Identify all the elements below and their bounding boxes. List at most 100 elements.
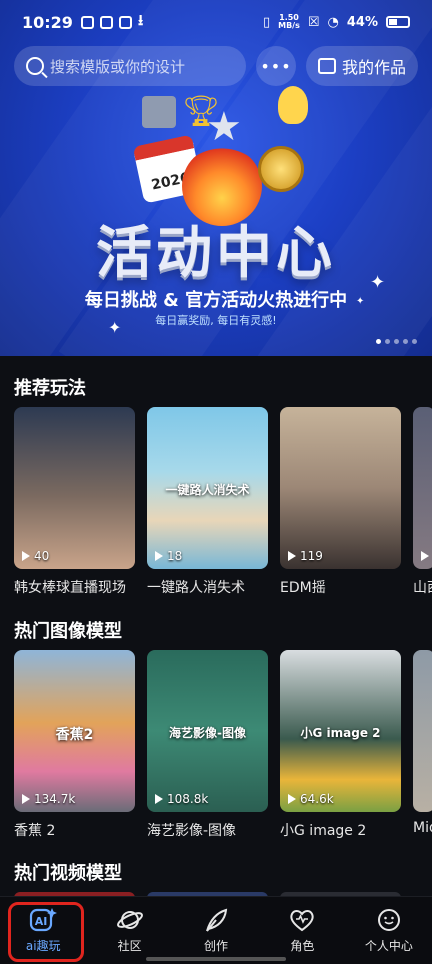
highlight-box	[8, 902, 84, 962]
section-title-image-models: 热门图像模型	[14, 621, 122, 642]
card-label: 一键路人消失术	[147, 580, 245, 596]
card-thumbnail: 1	[413, 407, 432, 569]
banner-title: 活动中心	[96, 221, 336, 286]
play-count-value: 64.6k	[300, 792, 334, 806]
smile-bubble-icon	[375, 907, 403, 933]
play-count-value: 119	[300, 549, 323, 563]
play-count: 40	[22, 549, 49, 563]
chat-button[interactable]: •••	[255, 46, 296, 86]
card-thumbnail: 小G image 2 64.6k	[280, 650, 401, 812]
section-title-video-models: 热门视频模型	[14, 863, 122, 884]
shield-icon	[118, 15, 132, 29]
play-icon	[155, 551, 163, 561]
home-content[interactable]: 推荐玩法 40 韩女棒球直播现场 一键路人消失术 18 一键路人消失术 119 …	[0, 356, 432, 896]
card-label: Mid	[413, 820, 432, 836]
vibrate-icon: ▯	[262, 14, 271, 30]
play-count: 134.7k	[22, 792, 75, 806]
card-thumbnail: 40	[14, 407, 135, 569]
image-model-card[interactable]: 小G image 2 64.6k 小G image 2	[280, 650, 401, 840]
page-dot	[385, 339, 390, 344]
tab-label: 个人中心	[364, 939, 413, 953]
notification-icons: ⭳	[80, 10, 144, 35]
recommended-card[interactable]: 119 EDM摇	[280, 407, 401, 597]
net-speed-unit: MB/s	[278, 21, 300, 30]
image-model-card[interactable]: Mid	[413, 650, 432, 840]
play-count-value: 40	[34, 549, 50, 563]
tab-label: 创作	[204, 939, 229, 953]
search-icon	[26, 57, 44, 75]
section-title-recommended: 推荐玩法	[14, 378, 86, 399]
search-placeholder: 搜索模版或你的设计	[50, 57, 186, 76]
status-time: 10:29	[22, 12, 73, 32]
page-dot	[412, 339, 417, 344]
planet-icon	[116, 907, 144, 933]
play-count-value: 18	[167, 549, 183, 563]
my-works-label: 我的作品	[341, 58, 406, 77]
recommended-card[interactable]: 40 韩女棒球直播现场	[14, 407, 135, 597]
star-icon: ★	[206, 104, 242, 150]
card-label: 香蕉 2	[14, 823, 56, 839]
page-dot	[394, 339, 399, 344]
play-count: 64.6k	[288, 792, 334, 806]
image-models-row[interactable]: 香蕉2 134.7k 香蕉 2 海艺影像-图像 108.8k 海艺影像-图像 小…	[14, 650, 432, 840]
feather-icon	[202, 907, 230, 933]
banner-page-indicator	[376, 339, 417, 344]
thumb-overlay-text: 一键路人消失术	[165, 483, 250, 497]
activity-banner[interactable]: 10:29 ⭳ ▯ 1.50 MB/s ☒ ◔ 44% 🏆︎ ★ 2026 ✦ …	[0, 0, 432, 356]
banner-tagline: 每日赢奖励, 每日有灵感!	[155, 314, 277, 327]
card-label: 韩女棒球直播现场	[14, 580, 126, 596]
thumb-overlay-text: 小G image 2	[300, 726, 381, 740]
play-count-value: 108.8k	[167, 792, 209, 806]
tab-label: 角色	[290, 939, 315, 953]
recommended-row[interactable]: 40 韩女棒球直播现场 一键路人消失术 18 一键路人消失术 119 EDM摇 …	[14, 407, 432, 597]
play-icon	[22, 551, 30, 561]
banner-subtitle: 每日挑战 & 官方活动火热进行中	[84, 290, 348, 311]
play-icon	[288, 794, 296, 804]
page-dot	[376, 339, 381, 344]
play-icon	[22, 794, 30, 804]
image-model-card[interactable]: 香蕉2 134.7k 香蕉 2	[14, 650, 135, 840]
lightbulb-decoration	[278, 86, 308, 124]
app-notification-icon	[99, 15, 113, 29]
card-label: 小G image 2	[280, 823, 367, 839]
image-icon	[317, 58, 336, 74]
card-thumbnail: 一键路人消失术 18	[147, 407, 268, 569]
play-count: 18	[155, 549, 182, 563]
header-bar: 搜索模版或你的设计 ••• 我的作品	[14, 46, 418, 86]
tab-label: 社区	[117, 939, 142, 953]
wifi-icon: ◔	[327, 14, 339, 30]
play-icon	[155, 794, 163, 804]
gift-box-decoration	[142, 96, 176, 128]
smiley-coin-decoration	[258, 146, 304, 192]
image-model-card[interactable]: 海艺影像-图像 108.8k 海艺影像-图像	[147, 650, 268, 840]
tab-profile[interactable]: 个人中心	[346, 897, 432, 964]
battery-level: 44%	[346, 14, 378, 30]
recommended-card[interactable]: 1 山西	[413, 407, 432, 597]
app-notification-icon	[80, 15, 94, 29]
search-input[interactable]: 搜索模版或你的设计	[14, 46, 246, 86]
home-indicator[interactable]	[146, 957, 286, 961]
card-thumbnail: 119	[280, 407, 401, 569]
tab-character[interactable]: 角色	[259, 897, 345, 964]
chat-bubble-icon: •••	[260, 56, 292, 76]
play-icon	[288, 551, 296, 561]
play-count-value: 134.7k	[34, 792, 76, 806]
card-thumbnail	[413, 650, 432, 812]
tab-community[interactable]: 社区	[86, 897, 172, 964]
my-works-button[interactable]: 我的作品	[305, 46, 418, 86]
thumb-overlay-text: 海艺影像-图像	[169, 726, 246, 740]
page-dot	[403, 339, 408, 344]
play-count: 1	[421, 549, 432, 563]
download-icon: ⭳	[137, 10, 144, 29]
heart-wave-icon	[288, 907, 316, 933]
tab-create[interactable]: 创作	[173, 897, 259, 964]
play-icon	[421, 551, 429, 561]
thumb-overlay-text: 香蕉2	[55, 727, 94, 743]
play-count: 119	[288, 549, 323, 563]
battery-icon	[386, 16, 410, 28]
card-label: 山西	[413, 580, 432, 596]
network-speed: 1.50 MB/s	[278, 14, 300, 30]
card-thumbnail: 海艺影像-图像 108.8k	[147, 650, 268, 812]
sim-icon: ☒	[307, 14, 320, 30]
recommended-card[interactable]: 一键路人消失术 18 一键路人消失术	[147, 407, 268, 597]
